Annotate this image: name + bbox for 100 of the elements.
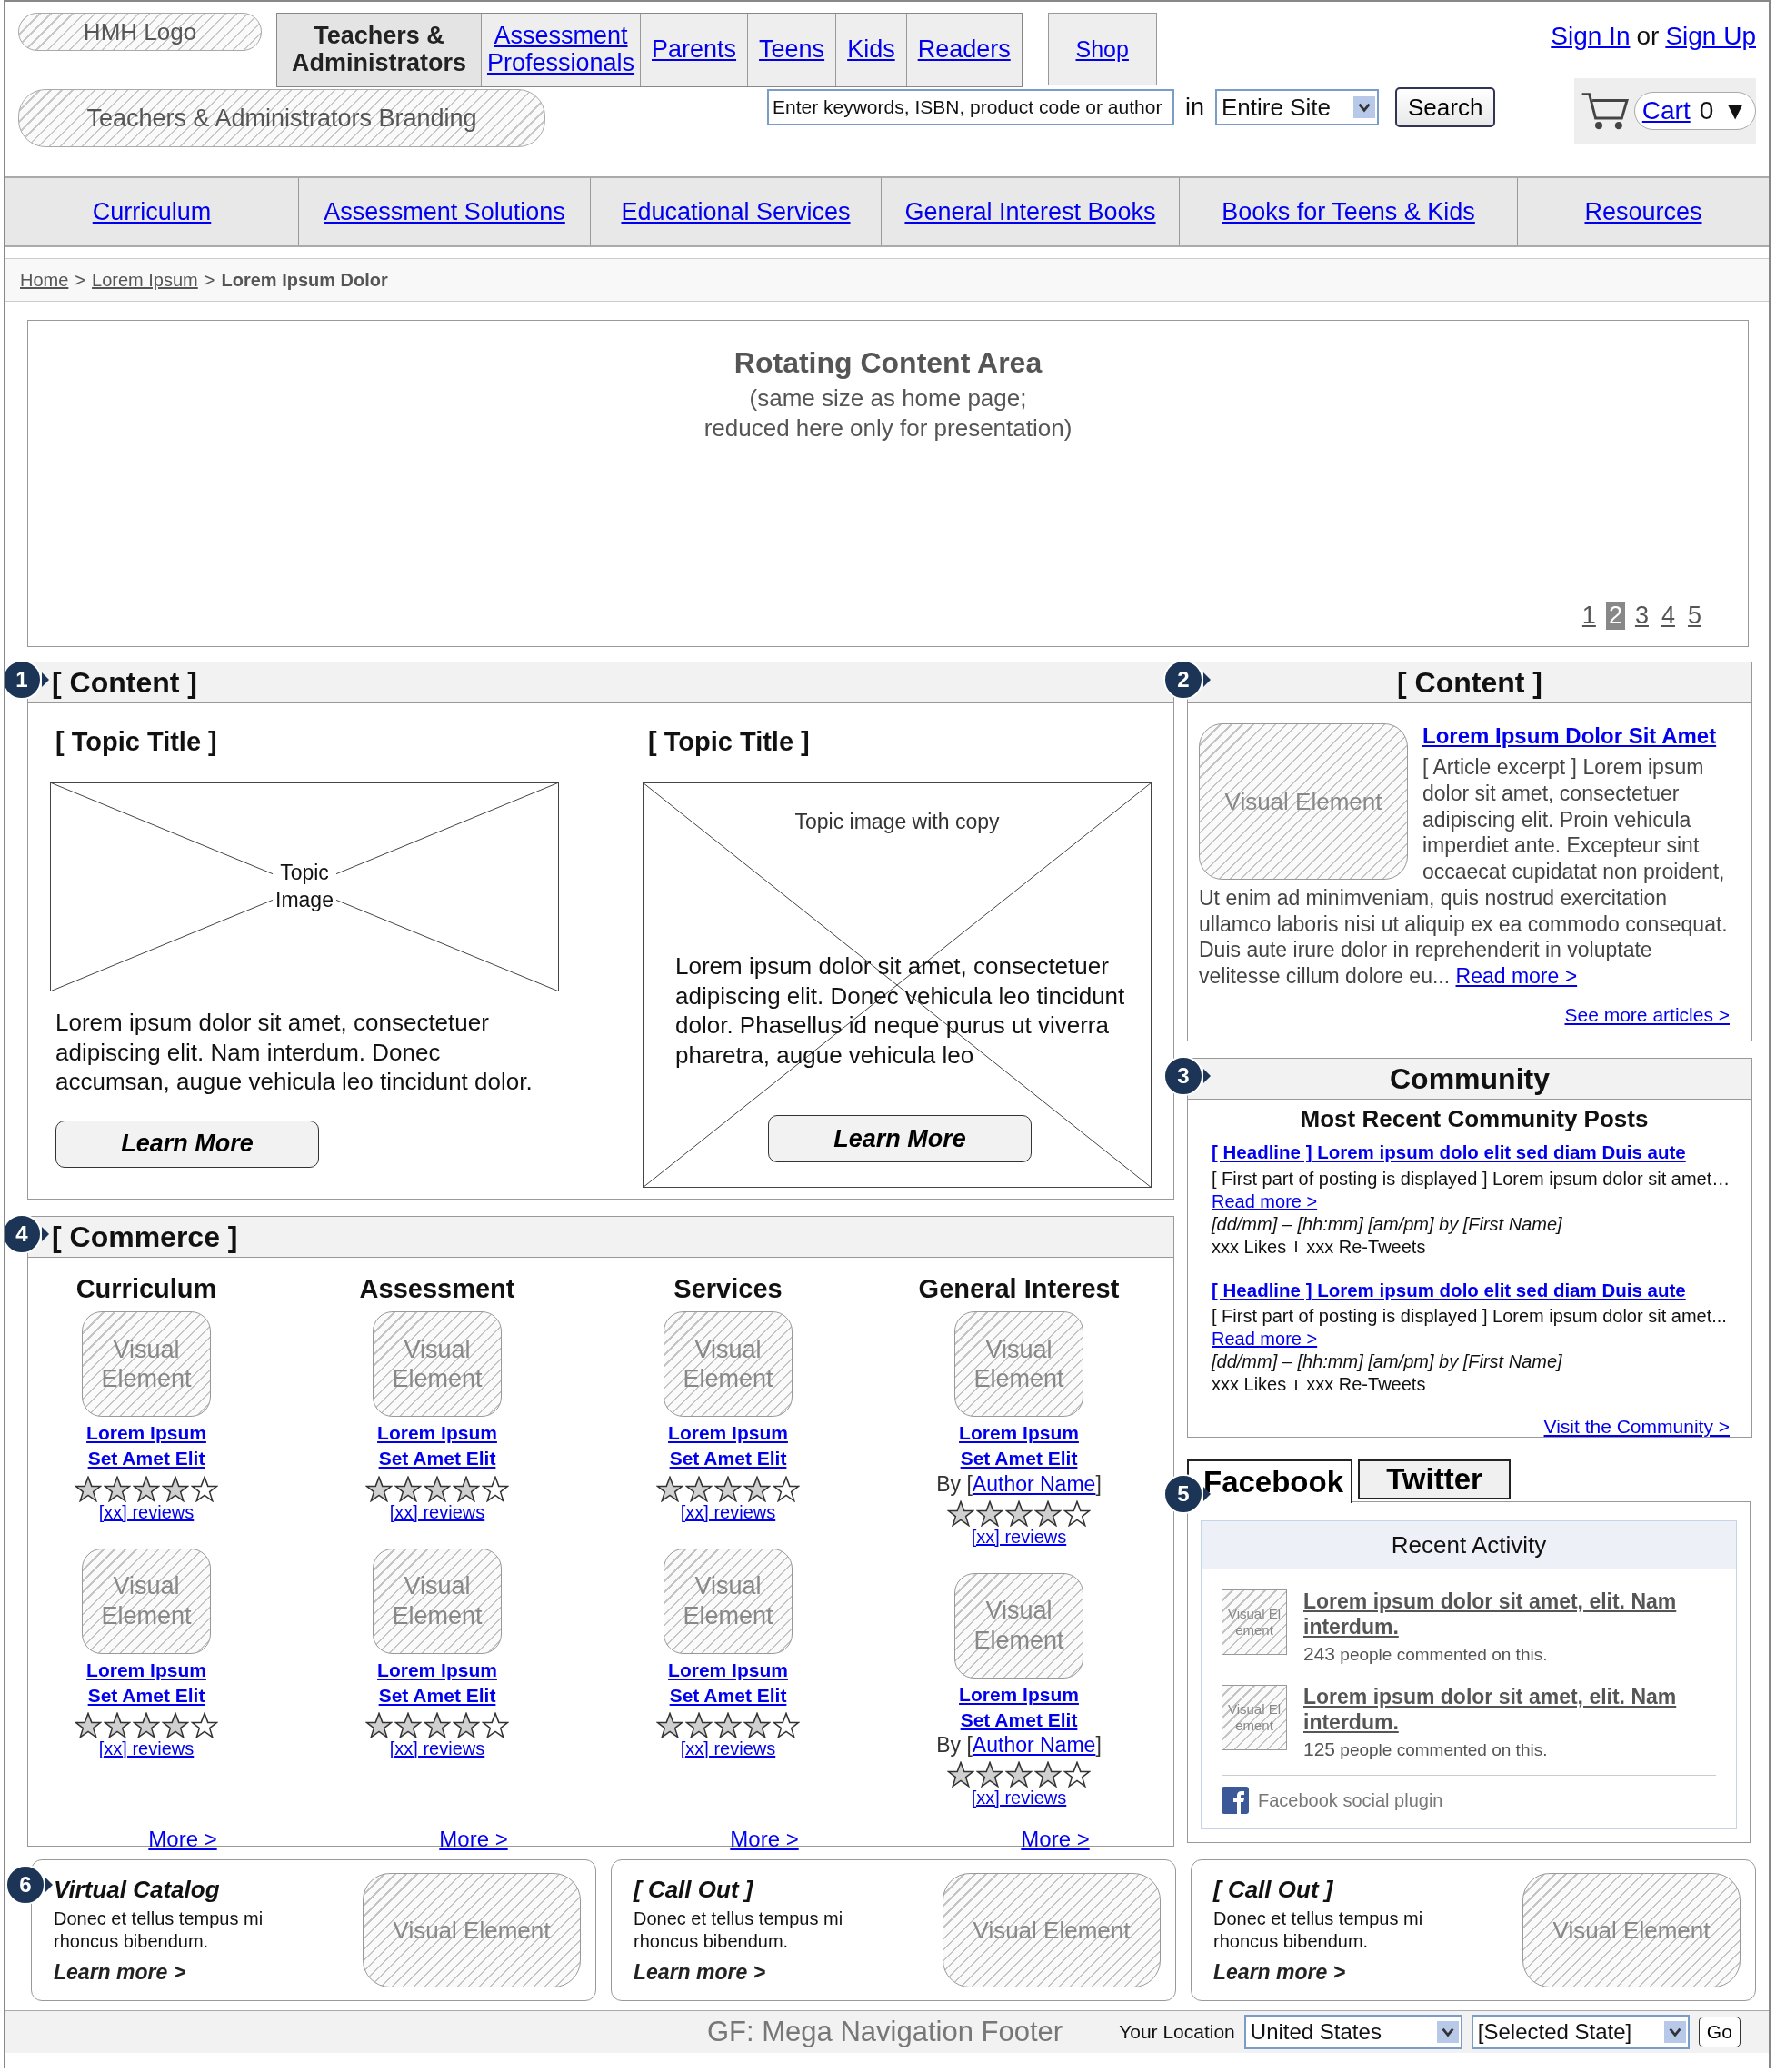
star-icon (947, 1499, 974, 1527)
more-link[interactable]: More > (1021, 1827, 1090, 1853)
rotating-title: Rotating Content Area (733, 346, 1043, 380)
topic-title: [ Topic Title ] (648, 727, 811, 757)
see-more-link[interactable]: See more articles > (1564, 1003, 1730, 1025)
star-icon (685, 1712, 713, 1739)
shop-link[interactable]: Shop (1047, 13, 1157, 85)
cart-caret[interactable]: ▼ (1722, 96, 1748, 125)
audience-tab[interactable]: Teens (748, 14, 837, 86)
star-icon (424, 1475, 451, 1502)
audience-tab[interactable]: Teachers & Administrators (277, 14, 482, 86)
post-headline[interactable]: [ Headline ] Lorem ipsum dolo elit sed diam Duis aute (1212, 1278, 1737, 1302)
likes-count: xxx Likes (1212, 1235, 1287, 1259)
visit-community-link[interactable]: Visit the Community > (1543, 1416, 1730, 1438)
social-tab[interactable]: Twitter (1358, 1459, 1511, 1499)
page-link[interactable]: 5 (1684, 602, 1704, 630)
page-link[interactable]: 2 (1605, 602, 1625, 630)
article-headline[interactable]: Lorem Ipsum Dolor Sit Amet (1422, 723, 1737, 749)
breadcrumb-link[interactable]: Lorem Ipsum (92, 269, 198, 291)
placeholder-label: Visual Element (973, 1596, 1065, 1656)
learn-more-link[interactable]: Learn more > (634, 1960, 897, 1985)
star-icon (714, 1475, 742, 1502)
product-link[interactable]: Lorem Ipsum Set Amet Elit (651, 1420, 805, 1472)
star-icon (743, 1475, 771, 1502)
star-icon (104, 1712, 131, 1739)
likes-count: xxx Likes (1212, 1373, 1287, 1397)
post-meta: [dd/mm] – [hh:mm] [am/pm] by [First Name] (1212, 1350, 1563, 1374)
audience-tab[interactable]: Readers (906, 14, 1022, 86)
main-nav-link[interactable]: Resources (1584, 197, 1702, 226)
post-headline[interactable]: [ Headline ] Lorem ipsum dolo elit sed diam Duis aute (1212, 1141, 1737, 1164)
reviews-link[interactable]: [xx] reviews (971, 1788, 1067, 1809)
callout-text: Donec et tellus tempus mi rhoncus bibendum. (54, 1908, 264, 1953)
read-more-link[interactable]: Read more > (1212, 1329, 1318, 1350)
sign-up-link[interactable]: Sign Up (1665, 22, 1756, 51)
page-link[interactable]: 3 (1631, 602, 1651, 630)
read-more-link[interactable]: Read more > (1212, 1190, 1318, 1211)
reviews-link[interactable]: [xx] reviews (389, 1501, 485, 1523)
cart-icon[interactable] (1580, 90, 1631, 132)
star-icon (1063, 1499, 1091, 1527)
audience-tab[interactable]: Assessment Professionals (482, 14, 641, 86)
placeholder-label: Visual Element (100, 1334, 193, 1394)
more-link[interactable]: More > (730, 1827, 799, 1853)
cart-link[interactable]: Cart (1641, 96, 1691, 125)
star-icon (976, 1761, 1003, 1788)
star-icon (773, 1475, 800, 1502)
main-nav-link[interactable]: Books for Teens & Kids (1222, 197, 1475, 226)
placeholder-label: Visual Element (682, 1571, 774, 1631)
article-excerpt: Ut enim ad minimveniam, quis nostrud exercitation ullamco laboris nisi ut aliquip ex ea commodo consequat. Duis aute irure dolor in reprehenderit in voluptate velitesse cillum dolore eu... Read more > (1199, 884, 1729, 990)
location-label: Your Location (1119, 2021, 1235, 2043)
main-nav-link[interactable]: Educational Services (621, 197, 851, 226)
cart-count: 0 (1699, 96, 1714, 125)
reviews-link[interactable]: [xx] reviews (98, 1738, 195, 1760)
country-dropdown[interactable]: United States (1243, 2015, 1462, 2049)
star-icon (656, 1475, 683, 1502)
product-link[interactable]: Lorem Ipsum Set Amet Elit (69, 1657, 224, 1709)
activity-link[interactable]: Lorem ipsum dolor sit amet, elit. Nam interdum. (1303, 1685, 1718, 1736)
star-icon (394, 1475, 422, 1502)
product-link[interactable]: Lorem Ipsum Set Amet Elit (69, 1420, 224, 1472)
reviews-link[interactable]: [xx] reviews (680, 1738, 776, 1760)
main-nav-link[interactable]: Assessment Solutions (324, 197, 565, 226)
topic-text: Lorem ipsum dolor sit amet, consectetuer adipiscing elit. Nam interdum. Donec accumsan, augue vehicula leo tincidunt dolor. (55, 1008, 534, 1097)
logo-placeholder[interactable]: HMH Logo (18, 13, 262, 51)
placeholder-label: Visual Element (100, 1571, 193, 1631)
learn-more-link[interactable]: Learn more > (1213, 1960, 1477, 1985)
retweets-count: xxx Re-Tweets (1306, 1235, 1426, 1259)
star-icon (133, 1712, 160, 1739)
search-button[interactable]: Search (1395, 87, 1496, 127)
sign-in-link[interactable]: Sign In (1551, 22, 1631, 51)
breadcrumb-link[interactable]: Home (20, 269, 69, 291)
main-nav-link[interactable]: Curriculum (92, 197, 212, 226)
learn-more-button[interactable]: Learn More (768, 1115, 1032, 1162)
more-link[interactable]: More > (439, 1827, 508, 1853)
search-field[interactable]: Enter keywords, ISBN, product code or author (767, 89, 1174, 125)
more-link[interactable]: More > (148, 1827, 217, 1853)
footer-title: GF: Mega Navigation Footer (707, 2016, 1063, 2048)
callout-text: Donec et tellus tempus mi rhoncus bibendum. (634, 1908, 844, 1953)
star-icon (1063, 1761, 1091, 1788)
page-link[interactable]: 1 (1579, 602, 1599, 630)
product-link[interactable]: Lorem Ipsum Set Amet Elit (360, 1657, 514, 1709)
reviews-link[interactable]: [xx] reviews (971, 1526, 1067, 1548)
product-link[interactable]: Lorem Ipsum Set Amet Elit (360, 1420, 514, 1472)
audience-tab[interactable]: Parents (641, 14, 749, 86)
reviews-link[interactable]: [xx] reviews (680, 1501, 776, 1523)
audience-tab[interactable]: Kids (836, 14, 907, 86)
page-link[interactable]: 4 (1658, 602, 1678, 630)
learn-more-button[interactable]: Learn More (55, 1120, 319, 1168)
learn-more-link[interactable]: Learn more > (54, 1960, 317, 1985)
read-more-link[interactable]: Read more > (1455, 964, 1578, 988)
callout-title: [ Call Out ] (1213, 1876, 1334, 1904)
main-nav-link[interactable]: General Interest Books (904, 197, 1156, 226)
product-link[interactable]: Lorem Ipsum Set Amet Elit (942, 1681, 1096, 1734)
reviews-link[interactable]: [xx] reviews (98, 1501, 195, 1523)
activity-link[interactable]: Lorem ipsum dolor sit amet, elit. Nam interdum. (1303, 1589, 1718, 1640)
scope-dropdown[interactable]: Entire Site (1215, 89, 1379, 125)
star-icon (191, 1475, 218, 1502)
product-link[interactable]: Lorem Ipsum Set Amet Elit (651, 1657, 805, 1709)
state-dropdown[interactable]: [Selected State] (1471, 2015, 1690, 2049)
go-button[interactable]: Go (1698, 2017, 1741, 2047)
reviews-link[interactable]: [xx] reviews (389, 1738, 485, 1760)
product-link[interactable]: Lorem Ipsum Set Amet Elit (942, 1420, 1096, 1472)
